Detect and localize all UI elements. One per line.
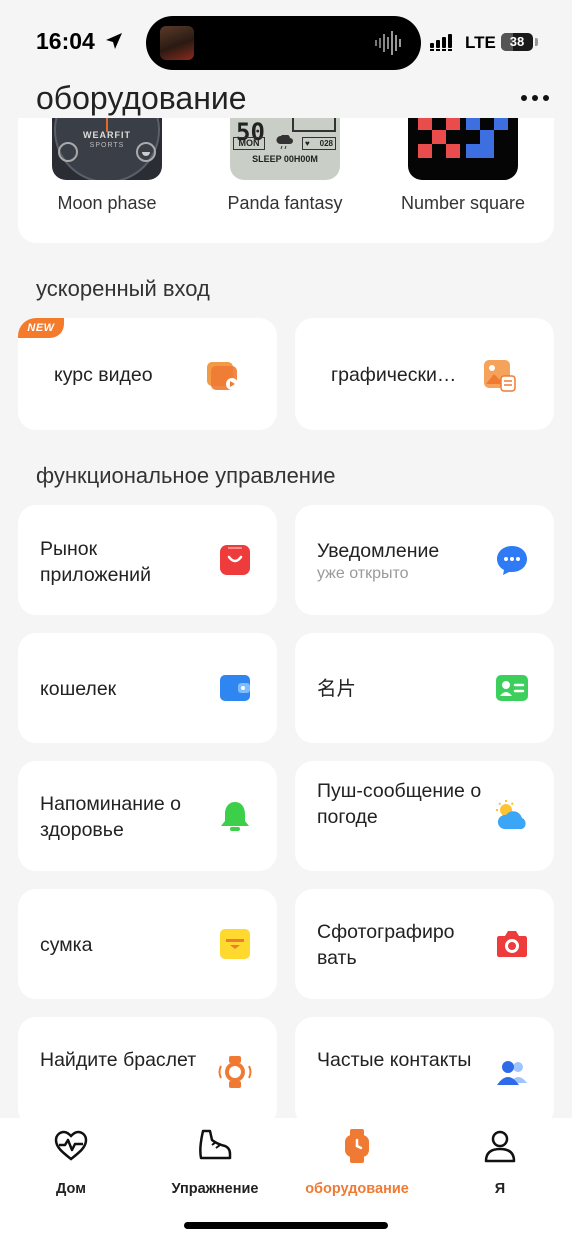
bag-icon [220,929,250,959]
cloud-rain-icon [276,135,293,149]
panda-heart-count: ♥ 028 [302,137,336,150]
panda-fantasy-preview: 50 MON ♥ 028 SLEEP 00H00M [230,118,340,180]
panda-day: MON [233,137,265,150]
watch-face-number-square[interactable]: Number square [374,118,544,243]
nav-label: оборудование [305,1181,409,1197]
weather-icon [496,800,526,829]
card-label: Сфотографиро вать [317,921,455,969]
video-course-icon [207,362,238,390]
notification-card[interactable]: Уведомление уже открыто [295,505,554,615]
card-label: курс видео [54,364,153,386]
card-label: Уведомление [317,540,440,562]
chat-bubble-icon [497,546,527,575]
watch-icon [345,1129,369,1163]
card-label: Частые контакты [317,1049,472,1071]
number-square-blocks-icon [418,118,508,158]
watch-face-label: Number square [400,193,526,213]
find-bracelet-card[interactable]: Найдите браслет [18,1017,277,1127]
bell-icon [221,802,249,831]
watch-face-moon-phase[interactable]: WEARFIT SPORTS Moon phase [18,118,188,243]
nav-label: Упражнение [171,1181,259,1197]
wallet-icon [220,675,250,701]
nav-label: Дом [56,1181,86,1197]
card-label: графически… [331,364,457,386]
dynamic-island[interactable] [146,16,421,70]
network-type: LTE [465,33,496,52]
card-label: 名片 [317,678,357,700]
nav-exercise[interactable]: Упражнение [155,1128,275,1198]
person-icon [484,1130,516,1163]
quick-entry-title: ускоренный вход [36,276,210,301]
app-market-icon [220,545,250,575]
health-reminder-card[interactable]: Напоминание о здоровье [18,761,277,871]
status-time: 16:04 [36,28,95,54]
battery-icon: 38 [501,33,533,51]
quick-video-course-card[interactable]: NEW курс видео [18,318,277,430]
battery-percent: 38 [509,34,525,49]
take-photo-card[interactable]: Сфотографиро вать [295,889,554,999]
nav-me[interactable]: Я [440,1128,560,1198]
card-label: Пуш-сообщение о погоде [317,780,482,828]
card-label: Рынок приложений [40,538,151,586]
moon-phase-sub: SPORTS [89,142,125,149]
app-market-card[interactable]: Рынок приложений [18,505,277,615]
moon-phase-preview: WEARFIT SPORTS [52,118,162,180]
quick-graphic-card[interactable]: графически… [295,318,554,430]
panda-sleep: SLEEP 00H00M [252,154,318,164]
find-watch-icon [218,1056,252,1088]
camera-icon [497,931,527,957]
nav-equipment[interactable]: оборудование [297,1128,417,1198]
graphic-image-icon [484,360,516,392]
cellular-signal-icon [430,34,452,51]
page-title: оборудование [36,80,247,116]
new-badge: NEW [18,318,64,338]
watch-face-panda-fantasy[interactable]: 50 MON ♥ 028 SLEEP 00H00M Panda fantasy [196,118,366,243]
moon-phase-dial-icon [54,118,160,180]
bag-card[interactable]: сумка [18,889,277,999]
moon-phase-brand: WEARFIT [83,130,131,140]
watch-face-label: Panda fantasy [227,193,343,213]
watch-faces-card: WEARFIT SPORTS Moon phase 50 MON ♥ 028 SL… [18,118,554,243]
now-playing-artwork [160,26,194,60]
frequent-contacts-card[interactable]: Частые контакты [295,1017,554,1127]
business-card-card[interactable]: 名片 [295,633,554,743]
nav-label: Я [494,1181,506,1197]
wallet-card[interactable]: кошелек [18,633,277,743]
weather-push-card[interactable]: Пуш-сообщение о погоде [295,761,554,871]
watch-face-label: Moon phase [57,193,157,213]
card-label: Напоминание о здоровье [40,793,182,841]
card-sublabel: уже открыто [317,565,409,582]
status-bar: 16:04 LTE 38 [0,0,572,86]
card-label: кошелек [40,678,117,700]
battery-cap [535,38,538,46]
panda-box [292,118,336,132]
shoe-icon [199,1129,232,1160]
audio-waveform-icon [375,31,401,55]
nav-home[interactable]: Дом [11,1128,131,1198]
heart-pulse-icon [54,1130,88,1161]
contacts-icon [497,1061,527,1085]
home-indicator[interactable] [184,1222,388,1229]
contact-card-icon [496,675,528,701]
card-label: сумка [40,934,93,956]
location-arrow-icon [106,33,122,49]
functions-title: функциональное управление [36,463,336,488]
card-label: Найдите браслет [40,1049,197,1071]
more-options-icon[interactable] [521,93,551,103]
number-square-preview [408,118,518,180]
